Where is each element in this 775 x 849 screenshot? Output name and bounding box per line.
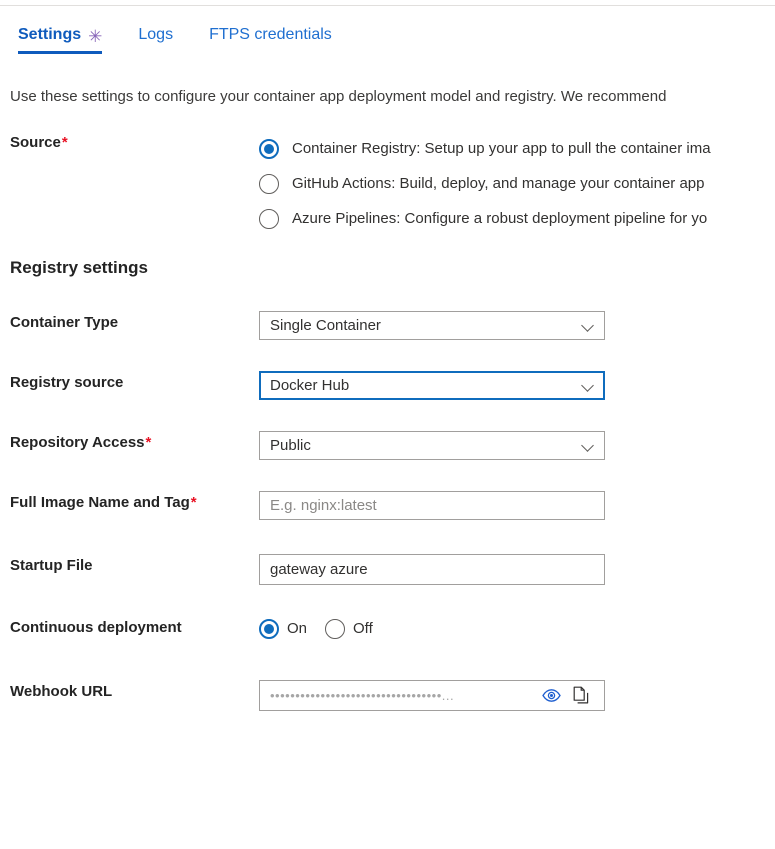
tab-logs-label: Logs <box>138 26 174 43</box>
continuous-deployment-control: On Off <box>259 616 775 642</box>
container-type-row: Container Type Single Container <box>10 311 775 340</box>
registry-source-select[interactable]: Docker Hub <box>259 371 605 400</box>
chevron-down-icon <box>582 380 594 392</box>
tab-settings[interactable]: Settings ✳ <box>18 24 103 56</box>
continuous-deployment-option-on-label: On <box>287 620 308 637</box>
radio-icon-container-registry[interactable] <box>259 138 279 159</box>
continuous-deployment-option-off[interactable]: Off <box>325 616 373 642</box>
full-image-name-row: Full Image Name and Tag* E.g. nginx:late… <box>10 491 775 520</box>
radio-icon-azure-pipelines[interactable] <box>259 208 279 229</box>
source-option-github-actions-label: GitHub Actions: Build, deploy, and manag… <box>292 174 705 192</box>
source-required-marker: * <box>61 134 68 151</box>
registry-source-label: Registry source <box>10 374 124 391</box>
repository-access-required-marker: * <box>145 434 152 451</box>
webhook-url-row: Webhook URL ••••••••••••••••••••••••••••… <box>10 680 775 711</box>
chevron-down-icon <box>582 320 594 332</box>
full-image-name-placeholder: E.g. nginx:latest <box>270 496 377 514</box>
source-row: Source* Container Registry: Setup up you… <box>10 131 775 236</box>
full-image-name-required-marker: * <box>190 494 197 511</box>
tab-logs[interactable]: Logs <box>138 24 173 56</box>
page-description: Use these settings to configure your con… <box>10 88 667 105</box>
unsaved-changes-icon: ✳ <box>88 26 103 46</box>
full-image-name-control: E.g. nginx:latest <box>259 491 775 520</box>
source-option-container-registry-label: Container Registry: Setup up your app to… <box>292 139 711 157</box>
tab-ftps-credentials-label: FTPS credentials <box>209 26 332 43</box>
webhook-url-field[interactable]: ••••••••••••••••••••••••••••••••••... <box>259 680 605 711</box>
registry-source-value: Docker Hub <box>270 376 350 394</box>
chevron-down-icon <box>582 440 594 452</box>
eye-icon[interactable] <box>536 682 566 709</box>
copy-icon[interactable] <box>566 682 596 709</box>
startup-file-row: Startup File gateway azure <box>10 554 775 585</box>
startup-file-input[interactable]: gateway azure <box>259 554 605 585</box>
source-option-azure-pipelines[interactable]: Azure Pipelines: Configure a robust depl… <box>259 201 775 236</box>
webhook-url-label: Webhook URL <box>10 683 113 700</box>
continuous-deployment-row: Continuous deployment On Off <box>10 616 775 642</box>
webhook-url-truncation: ... <box>441 687 455 703</box>
tab-ftps-credentials[interactable]: FTPS credentials <box>209 24 332 56</box>
webhook-url-control: ••••••••••••••••••••••••••••••••••... <box>259 680 775 711</box>
container-type-control: Single Container <box>259 311 775 340</box>
registry-source-row: Registry source Docker Hub <box>10 371 775 400</box>
top-divider <box>0 5 775 6</box>
container-type-select[interactable]: Single Container <box>259 311 605 340</box>
repository-access-row: Repository Access* Public <box>10 431 775 460</box>
continuous-deployment-option-on[interactable]: On <box>259 616 307 642</box>
continuous-deployment-option-off-label: Off <box>353 620 373 637</box>
startup-file-value: gateway azure <box>270 560 368 578</box>
webhook-url-masked-value: ••••••••••••••••••••••••••••••••••... <box>270 687 536 705</box>
repository-access-select[interactable]: Public <box>259 431 605 460</box>
webhook-url-dots: •••••••••••••••••••••••••••••••••• <box>270 687 442 703</box>
source-radio-group: Container Registry: Setup up your app to… <box>259 131 775 236</box>
repository-access-label: Repository Access* <box>10 431 259 453</box>
tab-bar: Settings ✳ Logs FTPS credentials <box>18 24 368 64</box>
source-options: Container Registry: Setup up your app to… <box>259 131 775 236</box>
source-label: Source* <box>10 131 259 153</box>
source-option-azure-pipelines-label: Azure Pipelines: Configure a robust depl… <box>292 209 708 227</box>
source-label-text: Source <box>10 134 61 151</box>
source-option-container-registry[interactable]: Container Registry: Setup up your app to… <box>259 131 775 166</box>
source-option-github-actions[interactable]: GitHub Actions: Build, deploy, and manag… <box>259 166 775 201</box>
tab-settings-label: Settings <box>18 26 82 43</box>
deployment-center-settings-page: Settings ✳ Logs FTPS credentials Use the… <box>0 0 775 849</box>
repository-access-control: Public <box>259 431 775 460</box>
tab-active-underline <box>18 51 103 54</box>
repository-access-value: Public <box>270 436 311 454</box>
repository-access-label-text: Repository Access <box>10 434 145 451</box>
full-image-name-label: Full Image Name and Tag* <box>10 491 259 513</box>
registry-settings-heading: Registry settings <box>10 258 148 277</box>
radio-icon-on[interactable] <box>259 619 279 639</box>
full-image-name-input[interactable]: E.g. nginx:latest <box>259 491 605 520</box>
startup-file-label: Startup File <box>10 557 93 574</box>
container-type-label: Container Type <box>10 314 119 331</box>
continuous-deployment-radio-group: On Off <box>259 616 775 642</box>
continuous-deployment-label: Continuous deployment <box>10 619 182 636</box>
startup-file-control: gateway azure <box>259 554 775 585</box>
radio-icon-off[interactable] <box>325 619 346 639</box>
registry-source-control: Docker Hub <box>259 371 775 400</box>
container-type-value: Single Container <box>270 316 381 334</box>
radio-icon-github-actions[interactable] <box>259 173 279 194</box>
full-image-name-label-text: Full Image Name and Tag <box>10 494 190 511</box>
